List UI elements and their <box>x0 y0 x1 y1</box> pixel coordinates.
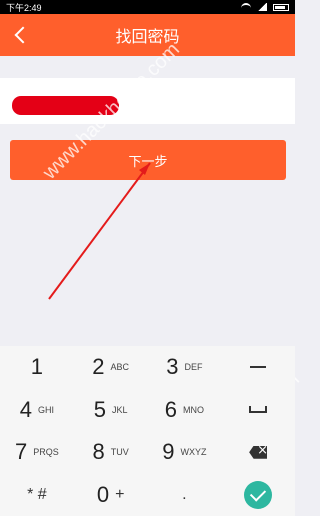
signal-icon <box>257 3 267 11</box>
app-header: 找回密码 <box>0 14 295 56</box>
chevron-left-icon <box>14 26 32 44</box>
key-1[interactable]: 1 <box>0 346 74 389</box>
key-6[interactable]: 6 MNO <box>148 389 222 432</box>
key-3[interactable]: 3 DEF <box>148 346 222 389</box>
key-5[interactable]: 5 JKL <box>74 389 148 432</box>
star-hash-key[interactable]: * # <box>0 474 74 516</box>
key-8[interactable]: 8 TUV <box>74 431 148 474</box>
space-key[interactable] <box>221 389 295 432</box>
status-bar: 下午2:49 <box>0 0 295 14</box>
key-9[interactable]: 9 WXYZ <box>148 431 222 474</box>
numeric-keypad: 1 2 ABC 3 DEF 4 GHI 5 JKL 6 MNO 7 PRQS 8… <box>0 346 295 516</box>
next-step-button[interactable]: 下一步 <box>10 140 286 180</box>
status-icons <box>241 2 289 12</box>
status-time: 下午2:49 <box>6 2 42 13</box>
key-2[interactable]: 2 ABC <box>74 346 148 389</box>
space-icon <box>249 406 268 414</box>
back-button[interactable] <box>6 20 36 50</box>
phone-input-row <box>0 78 295 124</box>
page-title: 找回密码 <box>115 27 180 46</box>
minus-icon <box>250 366 267 369</box>
minus-key[interactable] <box>221 346 295 389</box>
key-0[interactable]: 0 + <box>74 474 148 516</box>
key-7[interactable]: 7 PRQS <box>0 431 74 474</box>
battery-icon <box>273 3 289 11</box>
done-button <box>244 480 273 509</box>
dot-key[interactable]: . <box>148 474 222 516</box>
phone-number-input[interactable] <box>14 88 274 114</box>
key-4[interactable]: 4 GHI <box>0 389 74 432</box>
wifi-icon <box>241 2 251 12</box>
done-key[interactable] <box>221 474 295 516</box>
check-icon <box>249 485 267 502</box>
backspace-key[interactable] <box>221 431 295 474</box>
backspace-icon <box>249 445 268 459</box>
